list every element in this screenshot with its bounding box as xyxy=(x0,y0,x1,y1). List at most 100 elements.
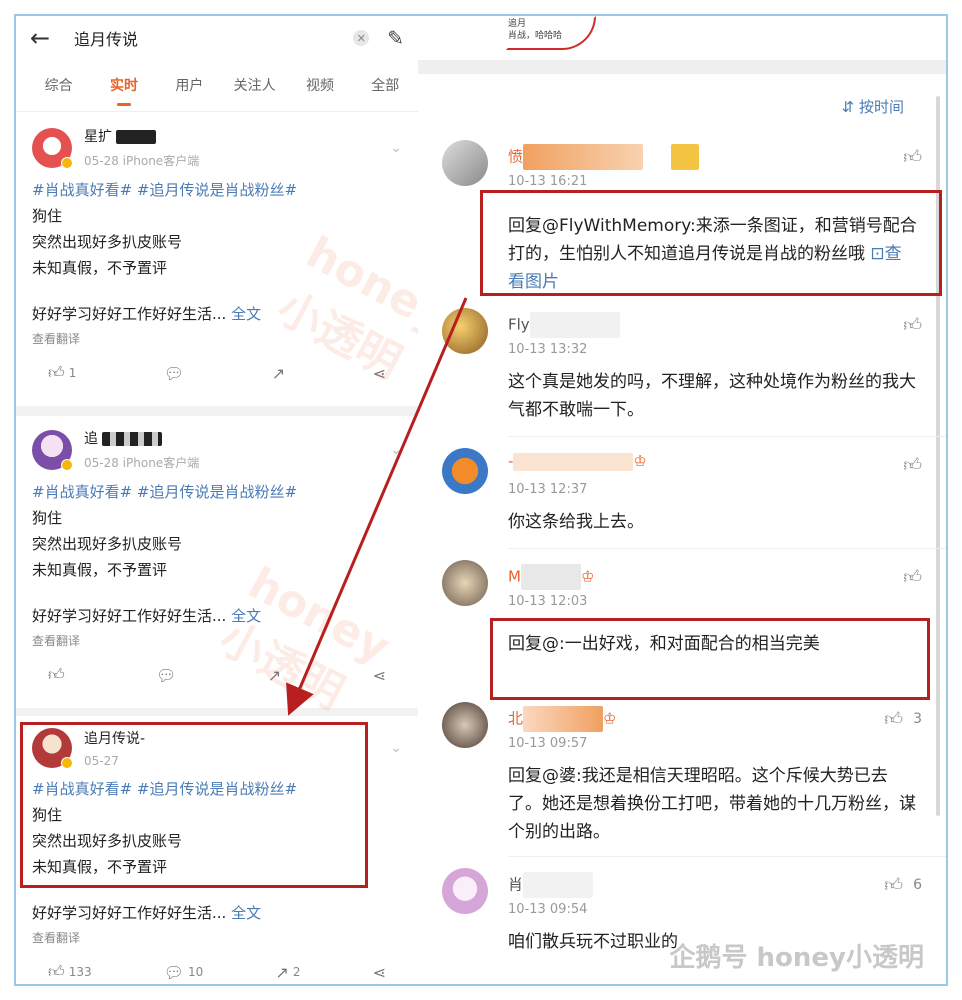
highlight-box xyxy=(490,618,930,700)
search-bar: ← 追月传说 ✕ ✎ xyxy=(16,16,418,60)
tab-all[interactable]: 全部 xyxy=(353,60,418,112)
post-username[interactable]: 追 xyxy=(84,428,390,448)
like-button[interactable]: 👍︎ 133 xyxy=(48,962,92,982)
repost-button[interactable]: ↗ xyxy=(272,363,285,383)
highlight-box xyxy=(20,722,368,888)
thumbs-up-icon: 👍︎ xyxy=(903,315,922,336)
tab-video[interactable]: 视频 xyxy=(287,60,352,112)
tab-realtime[interactable]: 实时 xyxy=(91,60,156,112)
post-username[interactable]: 星扩 xyxy=(84,126,390,146)
edit-icon[interactable]: ✎ xyxy=(387,26,404,50)
post-excerpt: 好好学习好好工作好好生活... xyxy=(32,305,227,323)
thumbs-up-icon: 👍︎ xyxy=(903,455,922,476)
divider xyxy=(508,548,946,549)
comment-username[interactable]: Fly xyxy=(508,312,620,338)
comments-panel: 追月 肖战，哈哈哈 ⇵ 按时间 愤 10-13 16:21 👍︎ 回复@FlyW… xyxy=(418,16,946,984)
divider xyxy=(508,436,946,437)
full-text-link[interactable]: 全文 xyxy=(231,904,261,922)
sort-by-time-button[interactable]: ⇵ 按时间 xyxy=(842,96,904,117)
repost-icon: ↗ xyxy=(271,363,286,383)
comment-item: 北 ♔ 10-13 09:57 👍︎ 3 回复@婆:我还是相信天理昭昭。这个斥候大势… xyxy=(442,702,922,852)
comment-like-button[interactable]: 👍︎ 3 xyxy=(884,708,922,730)
tab-comprehensive[interactable]: 综合 xyxy=(26,60,91,112)
comment-button[interactable]: 💬︎ 10 xyxy=(164,962,204,982)
comment-item: - ♔ 10-13 12:37 👍︎ 你这条给我上去。 xyxy=(442,448,922,548)
post-line: 狗住 xyxy=(32,207,63,225)
comment-like-button[interactable]: 👍︎ 6 xyxy=(884,874,922,896)
repost-button[interactable]: ↗ 2 xyxy=(275,962,300,982)
chevron-down-icon[interactable]: ⌄ xyxy=(390,442,402,458)
thumbs-up-icon: 👍︎ xyxy=(884,709,904,730)
full-text-link[interactable]: 全文 xyxy=(231,305,261,323)
clear-icon[interactable]: ✕ xyxy=(353,30,370,46)
comment-like-button[interactable]: 👍︎ xyxy=(903,314,922,336)
crown-badge-icon: ♔ xyxy=(633,452,647,470)
verified-badge-icon xyxy=(61,156,73,169)
screenshot-frame: ← 追月传说 ✕ ✎ 综合 实时 用户 关注人 视频 全部 星扩 05-28 i… xyxy=(14,14,948,986)
avatar[interactable] xyxy=(442,448,488,494)
search-results-panel: ← 追月传说 ✕ ✎ 综合 实时 用户 关注人 视频 全部 星扩 05-28 i… xyxy=(16,16,418,984)
highlight-box xyxy=(480,190,942,296)
repost-icon: ↗ xyxy=(275,962,289,982)
comment-username[interactable]: 肖 xyxy=(508,872,594,898)
comment-text: 这个真是她发的吗，不理解，这种处境作为粉丝的我大气都不敢喘一下。 xyxy=(508,372,916,420)
comment-item: Fly 10-13 13:32 👍︎ 这个真是她发的吗，不理解，这种处境作为粉丝… xyxy=(442,308,922,438)
comment-like-button[interactable]: 👍︎ xyxy=(903,146,922,168)
comment-icon: 💬︎ xyxy=(156,665,177,685)
post-excerpt: 好好学习好好工作好好生活... xyxy=(32,904,227,922)
comment-icon: 💬︎ xyxy=(163,962,185,982)
comment-time: 10-13 09:54 xyxy=(508,902,588,917)
thumbs-up-icon: 👍︎ xyxy=(884,875,904,896)
comment-time: 10-13 12:03 xyxy=(508,594,588,609)
chevron-down-icon[interactable]: ⌄ xyxy=(390,140,402,156)
search-query[interactable]: 追月传说 xyxy=(74,26,353,50)
verified-badge-icon xyxy=(61,458,73,471)
comment-icon: 💬︎ xyxy=(163,363,185,383)
like-button[interactable]: 👍︎ 1 xyxy=(48,363,76,383)
post-line: 狗住 xyxy=(32,509,63,527)
thumbs-up-icon: 👍︎ xyxy=(48,363,65,382)
post-excerpt: 好好学习好好工作好好生活... xyxy=(32,607,227,625)
comment-like-button[interactable]: 👍︎ xyxy=(903,566,922,588)
comment-button[interactable]: 💬︎ xyxy=(164,363,184,383)
divider xyxy=(508,856,946,857)
share-button[interactable]: ⋖ xyxy=(373,962,386,982)
avatar[interactable] xyxy=(442,308,488,354)
thumbs-up-icon: 👍︎ xyxy=(903,567,922,588)
comment-username[interactable]: 北 ♔ xyxy=(508,706,616,732)
comment-time: 10-13 09:57 xyxy=(508,736,588,751)
comment-username[interactable]: M ♔ xyxy=(508,564,594,590)
footer-watermark: 企鹅号 honey小透明 xyxy=(669,943,924,973)
section-gap xyxy=(418,60,946,74)
comment-time: 10-13 12:37 xyxy=(508,482,588,497)
thumbs-up-icon: 👍︎ xyxy=(48,665,65,684)
chevron-down-icon[interactable]: ⌄ xyxy=(390,740,402,756)
tab-users[interactable]: 用户 xyxy=(157,60,222,112)
comment-username[interactable]: 愤 xyxy=(508,144,700,170)
back-arrow-icon[interactable]: ← xyxy=(30,24,74,52)
avatar[interactable] xyxy=(32,127,73,169)
comment-like-button[interactable]: 👍︎ xyxy=(903,454,922,476)
post-line: 突然出现好多扒皮账号 xyxy=(32,535,183,553)
avatar[interactable] xyxy=(442,560,488,606)
comment-button[interactable]: 💬︎ xyxy=(156,665,176,685)
avatar[interactable] xyxy=(442,868,488,914)
post-meta: 05-28 iPhone客户端 xyxy=(84,456,200,470)
comment-username[interactable]: - ♔ xyxy=(508,452,647,471)
post-line: 未知真假，不予置评 xyxy=(32,561,168,579)
divider xyxy=(16,406,418,416)
tab-following[interactable]: 关注人 xyxy=(222,60,287,112)
avatar[interactable] xyxy=(442,140,488,186)
like-button[interactable]: 👍︎ xyxy=(48,665,65,685)
avatar[interactable] xyxy=(32,429,73,471)
comment-time: 10-13 16:21 xyxy=(508,174,588,189)
post-meta: 05-28 iPhone客户端 xyxy=(84,154,200,168)
post-hashtags[interactable]: #肖战真好看# #追月传说是肖战粉丝# xyxy=(32,177,402,203)
share-icon: ⋖ xyxy=(372,962,386,982)
post-hashtags[interactable]: #肖战真好看# #追月传说是肖战粉丝# xyxy=(32,479,402,505)
translate-link[interactable]: 查看翻译 xyxy=(32,930,402,946)
thumbs-up-icon: 👍︎ xyxy=(903,147,922,168)
avatar[interactable] xyxy=(442,702,488,748)
crown-badge-icon: ♔ xyxy=(580,567,595,586)
search-tabs: 综合 实时 用户 关注人 视频 全部 xyxy=(16,60,418,112)
